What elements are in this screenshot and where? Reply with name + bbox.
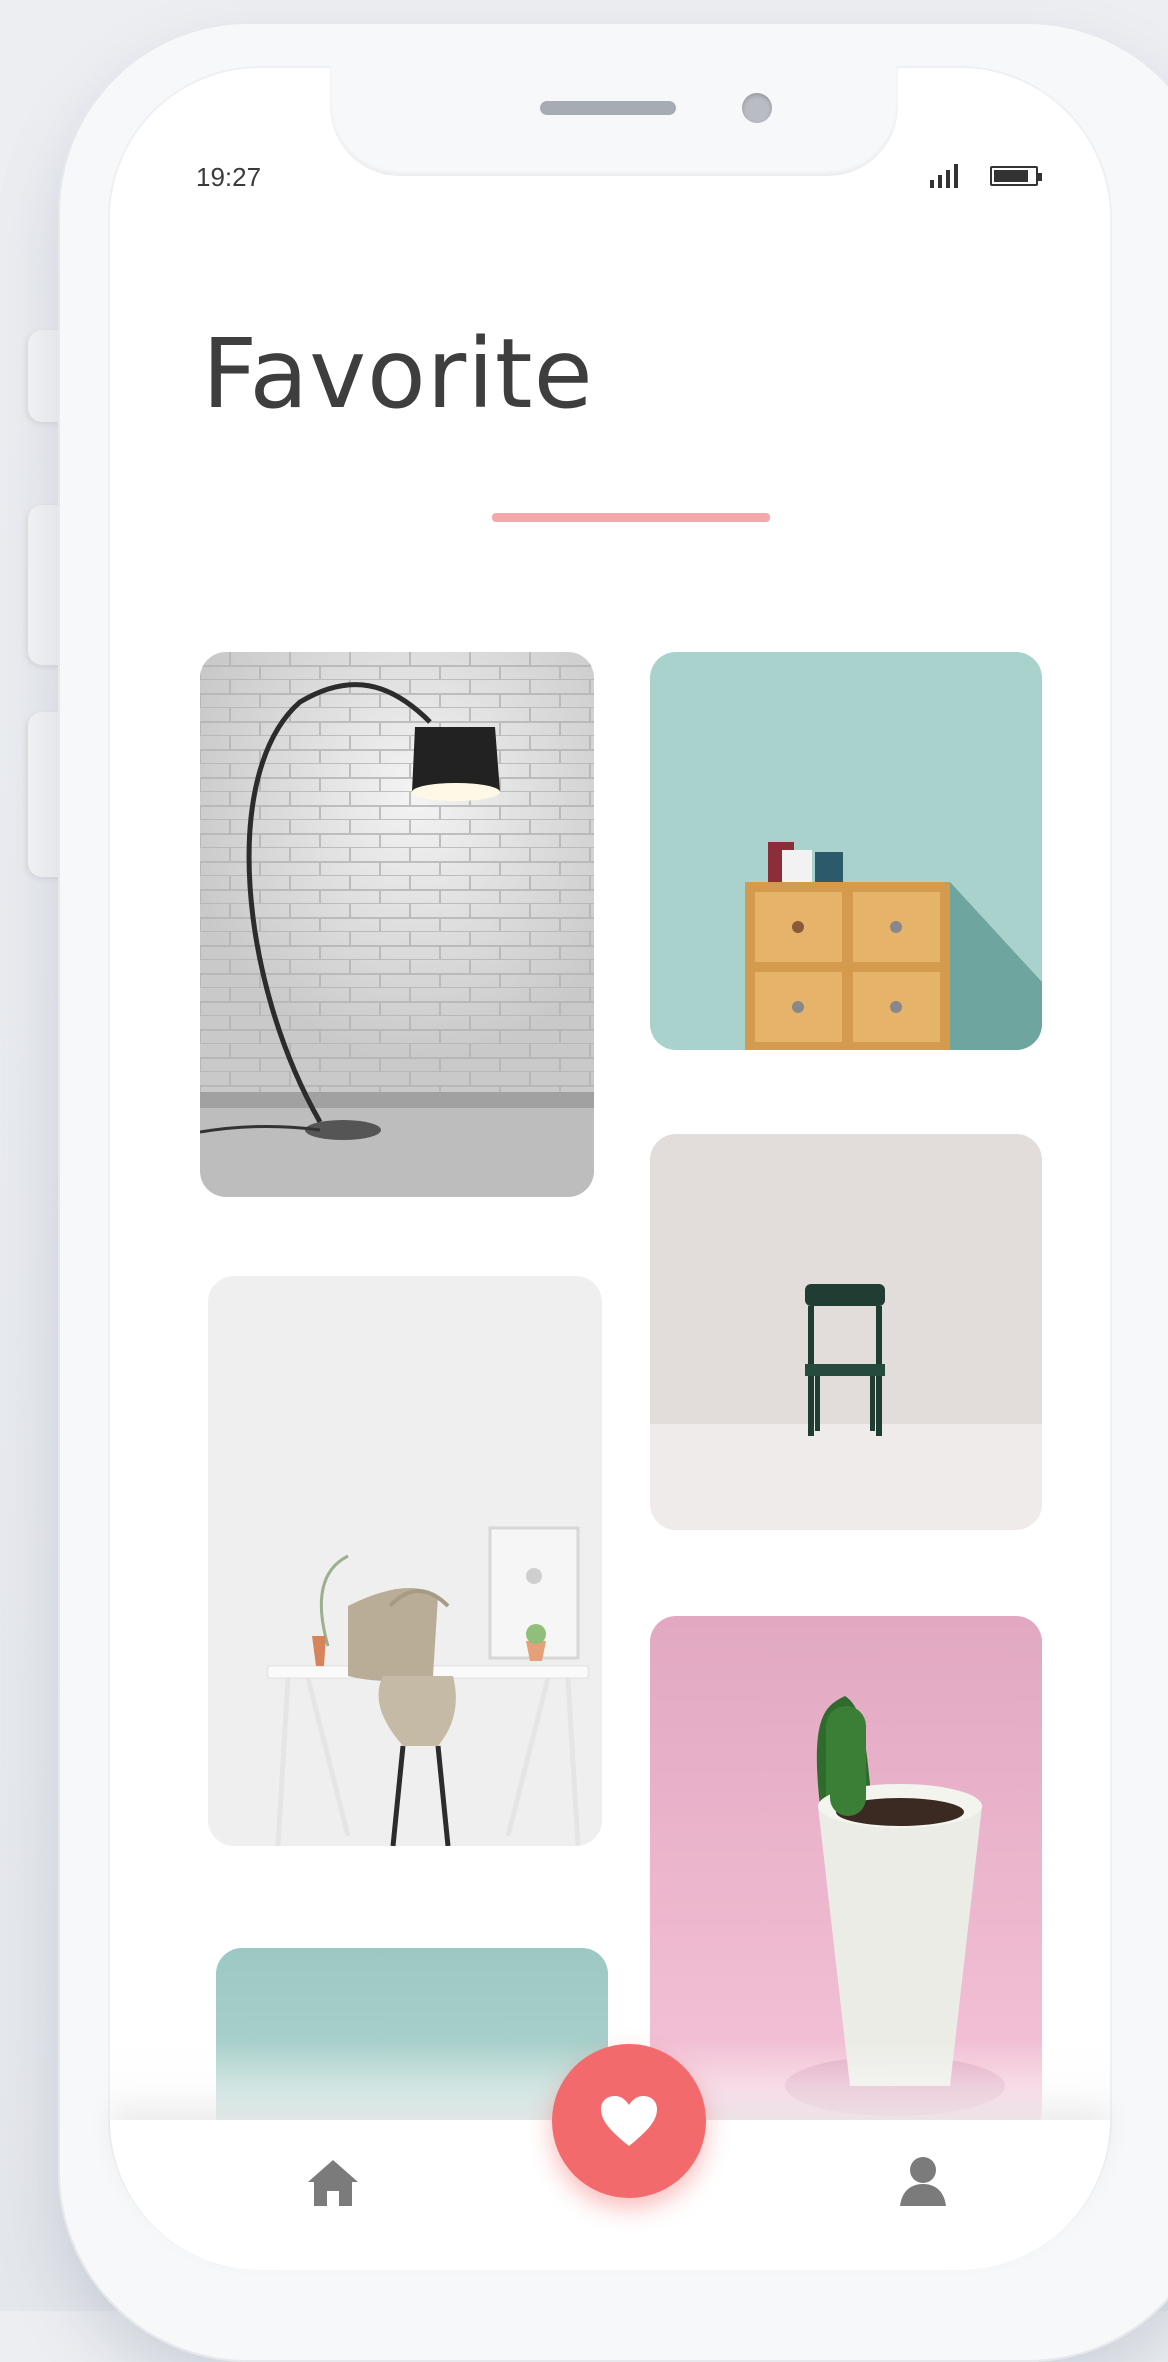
drawer-cabinet-image — [650, 652, 1042, 1050]
page-title: Favorite — [202, 318, 594, 430]
favorite-card-green-chair[interactable] — [650, 1134, 1042, 1530]
title-underline — [492, 513, 770, 522]
side-button-mute — [28, 330, 62, 422]
home-icon[interactable] — [306, 2158, 360, 2208]
floor-lamp-image — [200, 652, 594, 1197]
green-chair-image — [650, 1134, 1042, 1530]
favorite-nav-button[interactable] — [552, 2044, 706, 2198]
side-button-volume-up — [28, 505, 62, 665]
notch — [330, 66, 898, 176]
favorite-card-floor-lamp[interactable] — [200, 652, 594, 1197]
status-time: 19:27 — [196, 162, 262, 192]
side-button-volume-down — [28, 712, 62, 877]
front-camera — [742, 93, 772, 123]
user-icon[interactable] — [898, 2154, 948, 2208]
favorite-card-white-desk[interactable] — [208, 1276, 602, 1846]
signal-icon — [930, 164, 958, 188]
speaker-grille — [540, 101, 676, 115]
battery-icon — [990, 166, 1042, 186]
white-desk-image — [208, 1276, 602, 1846]
heart-icon — [601, 2096, 657, 2146]
favorite-card-drawer-cabinet[interactable] — [650, 652, 1042, 1050]
